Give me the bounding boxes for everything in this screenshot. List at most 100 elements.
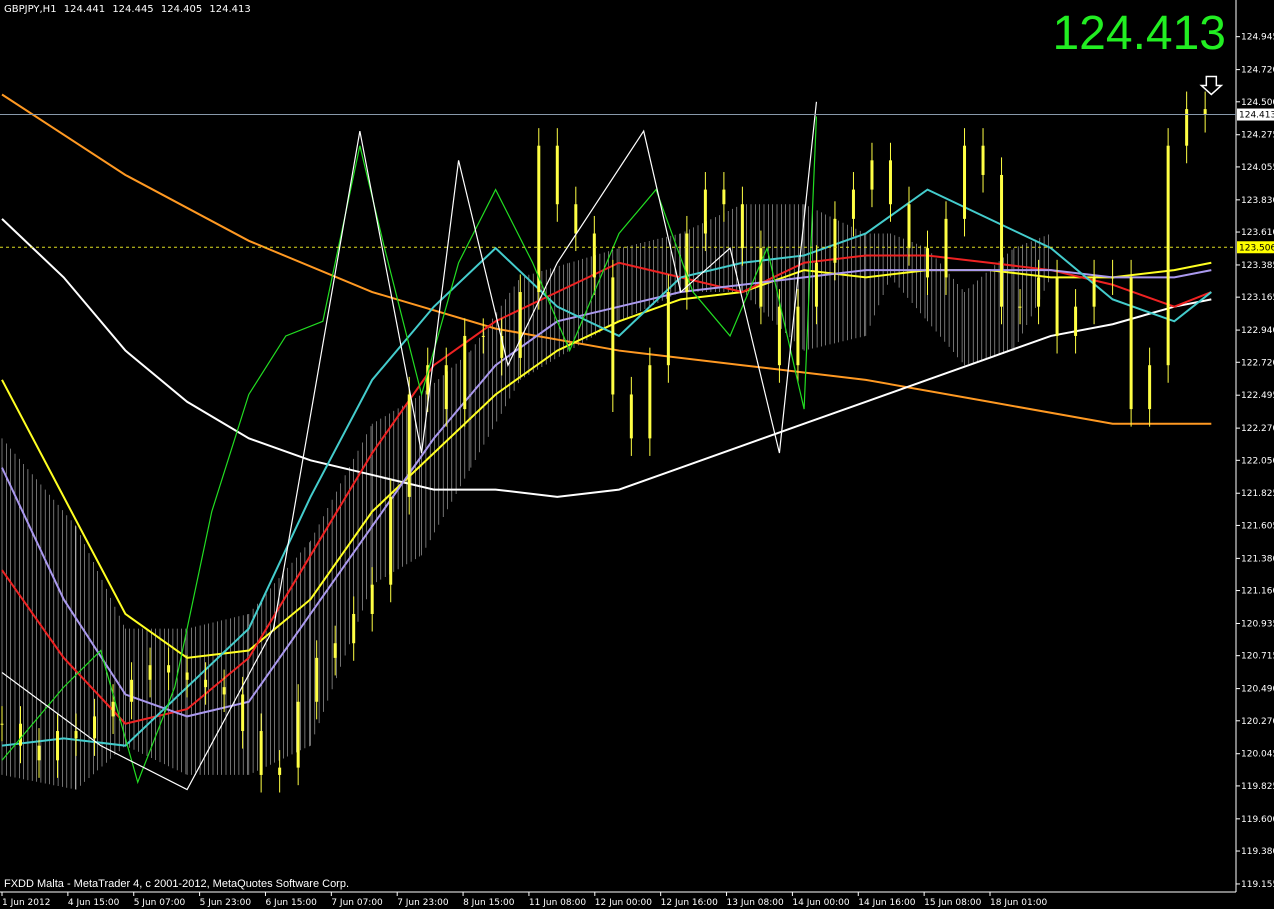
candle-body [278,767,282,775]
candle-body [111,701,115,717]
time-axis: 1 Jun 2012 4 Jun 15:00 5 Jun 07:00 5 Jun 23… [1,892,1047,908]
time-tick-label: 8 Jun 15:00 [463,898,515,908]
price-tick-label: 122.495 [1241,391,1274,401]
candle-body [185,672,189,680]
chart-window[interactable]: 124.945 124.720 124.500 124.275 124.055 123.8… [0,0,1274,909]
candle-body [1148,365,1152,410]
candle-body [370,584,374,614]
candle-body [518,292,522,358]
price-tick-label: 120.045 [1241,750,1274,760]
candle-body [981,145,985,175]
price-tick-label: 124.275 [1241,131,1274,141]
time-tick-label: 1 Jun 2012 [2,898,50,908]
candle-body [963,145,967,219]
time-tick-label: 11 Jun 08:00 [529,898,586,908]
candle-body [722,189,726,205]
candle-body [759,248,763,307]
candle-body [1111,277,1115,279]
candle-body [1166,145,1170,366]
price-tick-label: 122.940 [1241,326,1274,336]
time-tick-label: 5 Jun 23:00 [200,898,252,908]
price-tick-label: 123.830 [1241,196,1274,206]
candle-body [592,233,596,278]
candle-body [833,218,837,263]
price-tick-label: 122.720 [1241,358,1274,368]
time-tick-label: 14 Jun 16:00 [858,898,915,908]
price-tick-label: 120.935 [1241,619,1274,629]
candle-body [814,262,818,307]
time-tick-label: 7 Jun 07:00 [331,898,383,908]
symbol-label: GBPJPY,H1 [4,4,57,15]
price-tick-label: 120.490 [1241,685,1274,695]
candle-body [93,716,97,739]
candle-body [222,687,226,695]
price-tick-label: 119.600 [1241,815,1274,825]
cloud-hatch [1,204,1049,790]
time-tick-label: 4 Jun 15:00 [68,898,120,908]
candle-body [148,665,152,680]
ohlc-high: 124.445 [112,4,154,15]
ma-orange-line [1,93,1212,425]
candle-body [1129,277,1133,410]
candle-body [574,204,578,234]
candle-body [1092,277,1096,307]
price-tick-label: 119.825 [1241,782,1274,792]
time-tick-label: 13 Jun 08:00 [727,898,784,908]
candle-body [1074,306,1078,336]
copyright-footer: FXDD Malta - MetaTrader 4, c 2001-2012, … [4,878,350,890]
candle-body [777,306,781,366]
candle-body [407,394,411,497]
time-tick-label: 7 Jun 23:00 [397,898,449,908]
candle-body [167,665,171,673]
candle-body [1018,306,1022,308]
ohlc-open: 124.441 [63,4,106,15]
big-price-display: 124.413 [1052,7,1226,60]
time-tick-label: 12 Jun 16:00 [661,898,718,908]
candle-body [870,160,874,190]
candle-body [1037,277,1041,307]
ohlc-close: 124.413 [209,4,251,15]
ma-purple-line [1,269,1212,718]
symbol-header: GBPJPY,H1 124.441 124.445 124.405 124.41… [4,4,255,15]
candle-body [259,731,263,775]
candle-body [555,145,559,205]
candle-body [888,160,892,205]
candle-body [74,731,78,739]
candle-body [19,723,23,746]
ma-yellow-line [1,261,1212,659]
price-tick-label: 124.500 [1241,98,1274,108]
candle-body [130,679,134,702]
candle-body [851,189,855,219]
candle-body [537,145,541,293]
price-chart[interactable]: 124.945 124.720 124.500 124.275 124.055 123.8… [0,0,1274,909]
price-tick-label: 120.270 [1241,717,1274,727]
candle-body [629,394,633,439]
time-tick-label: 15 Jun 08:00 [924,898,981,908]
price-tick-label: 122.270 [1241,424,1274,434]
time-tick-label: 14 Jun 00:00 [792,898,849,908]
candle-body [740,204,744,249]
candle-body [204,679,208,688]
ichimoku-cloud [1,204,1049,790]
candle-body [481,335,485,337]
time-tick-label: 12 Jun 00:00 [595,898,652,908]
candle-body [241,694,245,732]
price-tick-label: 123.165 [1241,293,1274,303]
candle-body [907,204,911,249]
time-tick-label: 18 Jun 01:00 [990,898,1047,908]
ma-cyan-line [1,188,1212,747]
candle-body [0,723,4,725]
candle-body [352,613,356,644]
time-tick-label: 5 Jun 07:00 [134,898,186,908]
price-tick-label: 124.720 [1241,66,1274,76]
candle-body [37,745,41,761]
candle-body [1000,174,1004,307]
price-tick-label: 121.605 [1241,521,1274,531]
candle-body [685,233,689,293]
ma-red-line [1,254,1212,725]
candle-body [444,365,448,410]
candle-body [333,643,337,658]
ohlc-low: 124.405 [160,4,203,15]
price-tick-label: 122.050 [1241,456,1274,466]
level-label: 123.506 [1239,243,1274,253]
